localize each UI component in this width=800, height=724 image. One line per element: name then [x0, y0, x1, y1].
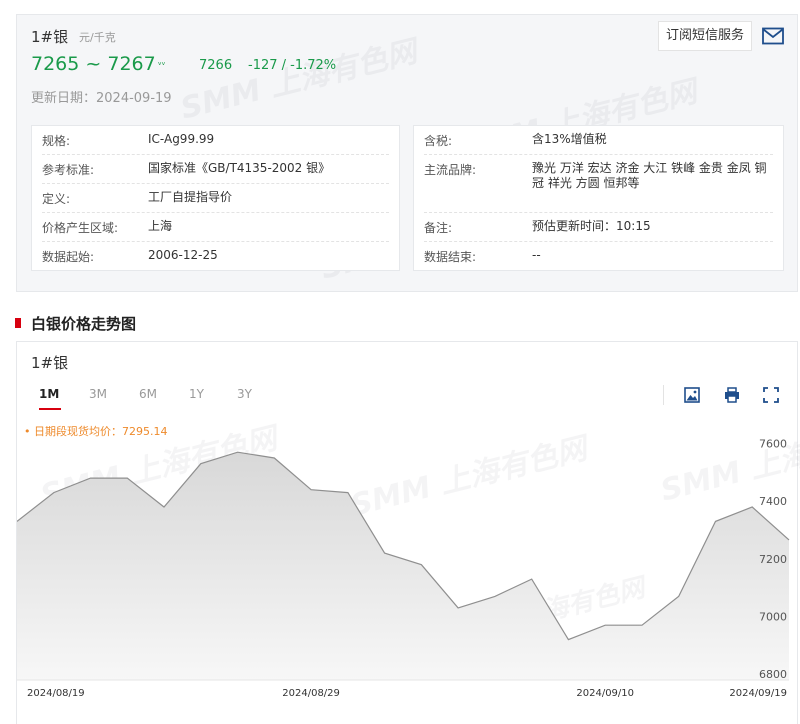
x-tick-label: 2024/09/10	[576, 688, 634, 699]
spec-key: 规格:	[42, 134, 71, 148]
data-point[interactable]	[383, 551, 387, 555]
data-point[interactable]	[52, 491, 56, 495]
trend-down-icon: ᵛᵛ	[158, 61, 166, 71]
watermark: SMM 上海有色网	[177, 34, 421, 127]
price-area	[17, 452, 789, 680]
x-tick-label: 2024/08/19	[27, 688, 85, 699]
spec-value: IC-Ag99.99	[148, 132, 215, 146]
tab-3y[interactable]: 3Y	[237, 387, 252, 401]
data-point[interactable]	[89, 476, 93, 480]
spec-key: 价格产生区域:	[42, 221, 119, 235]
section-title: 白银价格走势图	[15, 313, 136, 334]
price-info-panel: SMM 上海有色网 SMM 上海有色网 SMM 上海有色网 1#银 元/千克 7…	[16, 14, 798, 292]
y-tick-label: 6800	[759, 668, 787, 681]
data-point[interactable]	[493, 594, 497, 598]
toolbar-divider	[663, 385, 664, 405]
spec-row: 参考标准: 国家标准《GB/T4135-2002 银》	[42, 155, 389, 184]
spec-key: 备注:	[424, 221, 453, 235]
spec-table-right: 含税: 含13%增值税 主流品牌: 豫光 万洋 宏达 济金 大江 铁峰 金贵 金…	[413, 125, 784, 271]
spec-key: 主流品牌:	[424, 163, 477, 177]
spec-row: 价格产生区域: 上海	[42, 213, 389, 242]
spec-value: 工厂自提指导价	[148, 190, 233, 204]
price-trend-chart: 6800 7000 7200 7400 7600 2024/08/19 2024/08/29…	[17, 438, 791, 699]
spec-row: 定义: 工厂自提指导价	[42, 184, 389, 213]
y-tick-label: 7400	[759, 495, 787, 508]
section-title-text: 白银价格走势图	[31, 315, 137, 333]
image-download-icon[interactable]	[683, 386, 701, 404]
data-point[interactable]	[714, 519, 718, 523]
y-tick-label: 7000	[759, 611, 787, 624]
data-point[interactable]	[677, 594, 681, 598]
spec-row: 数据结束: --	[424, 242, 773, 270]
data-point[interactable]	[272, 456, 276, 460]
data-point[interactable]	[236, 450, 240, 454]
spec-row: 主流品牌: 豫光 万洋 宏达 济金 大江 铁峰 金贵 金凤 铜冠 祥光 方圆 恒…	[424, 155, 773, 213]
spec-row: 数据起始: 2006-12-25	[42, 242, 389, 270]
spec-row: 备注: 预估更新时间：10:15	[424, 213, 773, 242]
tab-active-indicator	[39, 408, 61, 410]
section-marker	[15, 318, 21, 328]
data-point[interactable]	[640, 623, 644, 627]
y-tick-label: 7200	[759, 553, 787, 566]
spec-row: 规格: IC-Ag99.99	[42, 126, 389, 155]
data-point[interactable]	[530, 577, 534, 581]
price-range: 7265 ~ 7267	[31, 53, 156, 75]
spec-row: 含税: 含13%增值税	[424, 126, 773, 155]
price-change: -127 / -1.72%	[248, 58, 337, 73]
data-point[interactable]	[346, 491, 350, 495]
spec-value: 豫光 万洋 宏达 济金 大江 铁峰 金贵 金凤 铜冠 祥光 方圆 恒邦等	[532, 161, 767, 190]
data-point[interactable]	[309, 488, 313, 492]
print-icon[interactable]	[723, 386, 741, 404]
data-point[interactable]	[125, 476, 129, 480]
spec-value: 预估更新时间：10:15	[532, 219, 651, 233]
data-point[interactable]	[566, 638, 570, 642]
tab-label: 1M	[39, 387, 60, 401]
tab-1y[interactable]: 1Y	[189, 387, 204, 401]
spec-value: 2006-12-25	[148, 248, 218, 262]
product-name: 1#银	[31, 28, 69, 46]
y-tick-label: 7600	[759, 438, 787, 451]
fullscreen-icon[interactable]	[762, 386, 780, 404]
mail-icon[interactable]	[762, 27, 784, 45]
spec-key: 定义:	[42, 192, 71, 206]
data-point[interactable]	[603, 623, 607, 627]
spec-value: 国家标准《GB/T4135-2002 银》	[148, 161, 331, 175]
spec-key: 数据起始:	[42, 250, 95, 264]
chart-panel: SMM 上海有色网 SMM 上海有色网 SMM 上海有色网 SMM 上海有色网 …	[16, 341, 800, 724]
subscribe-sms-button[interactable]: 订阅短信服务	[658, 21, 752, 51]
x-tick-label: 2024/08/29	[282, 688, 340, 699]
spec-table-left: 规格: IC-Ag99.99 参考标准: 国家标准《GB/T4135-2002 …	[31, 125, 400, 271]
tab-6m[interactable]: 6M	[139, 387, 157, 401]
spec-key: 参考标准:	[42, 163, 95, 177]
x-tick-label: 2024/09/19	[729, 688, 787, 699]
data-point[interactable]	[787, 538, 791, 542]
spec-key: 含税:	[424, 134, 453, 148]
data-point[interactable]	[199, 462, 203, 466]
update-date: 更新日期：2024-09-19	[31, 91, 172, 106]
chart-title: 1#银	[31, 354, 69, 372]
spec-value: 上海	[148, 219, 173, 233]
data-point[interactable]	[162, 505, 166, 509]
average-price: 7266	[199, 58, 233, 73]
data-point[interactable]	[419, 563, 423, 567]
tab-3m[interactable]: 3M	[89, 387, 107, 401]
spec-key: 数据结束:	[424, 250, 477, 264]
spec-value: --	[532, 248, 541, 262]
price-unit: 元/千克	[79, 31, 116, 44]
data-point[interactable]	[750, 505, 754, 509]
tab-1m[interactable]: 1M	[39, 387, 61, 410]
spec-value: 含13%增值税	[532, 132, 607, 146]
data-point[interactable]	[456, 606, 460, 610]
